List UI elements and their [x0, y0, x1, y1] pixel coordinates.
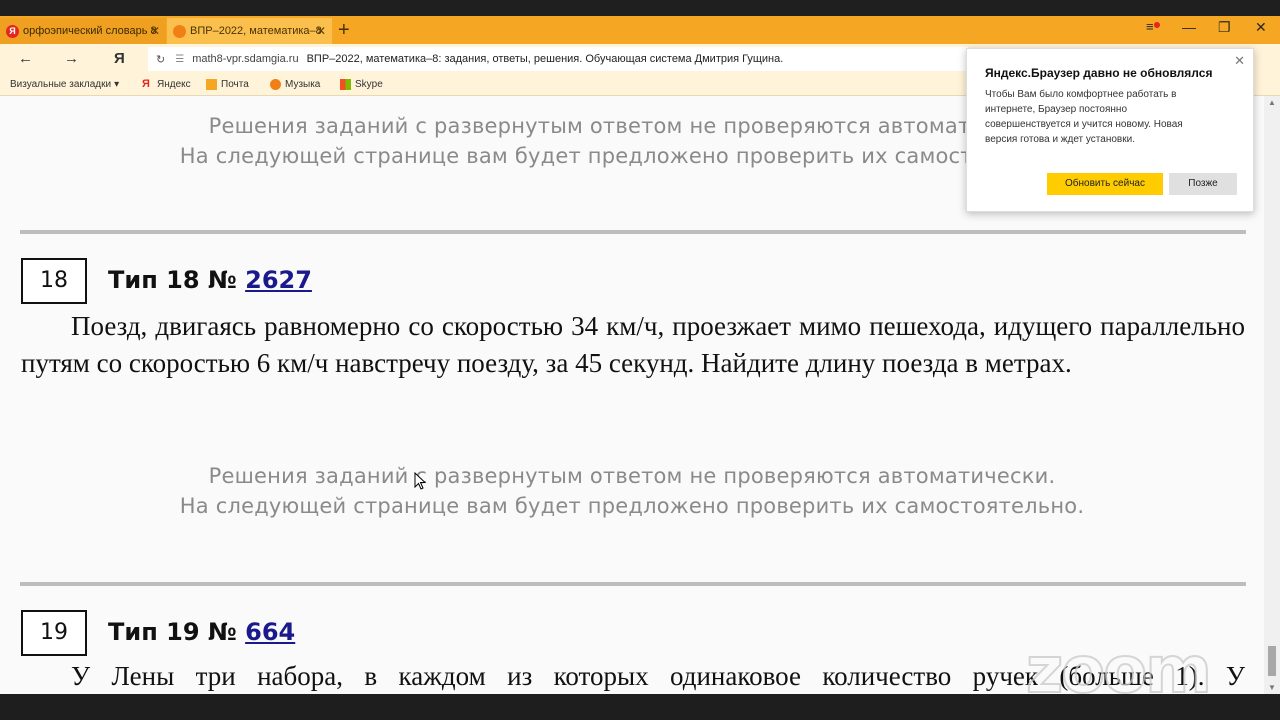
notice-line: На следующей странице вам будет предложе… [179, 494, 1085, 518]
task-type-label: Тип 19 № [108, 618, 237, 646]
tab-vpr-math[interactable]: ВПР–2022, математика–8 ✕ [167, 18, 332, 44]
top-black-bar [0, 0, 1280, 16]
yandex-favicon-icon: Я [6, 24, 19, 38]
yandex-logo-icon[interactable]: Я [114, 50, 125, 67]
browser-update-popup: ✕ Яндекс.Браузер давно не обновлялся Что… [966, 48, 1254, 212]
restore-icon[interactable]: ❐ [1218, 19, 1231, 36]
popup-body: Чтобы Вам было комфортнее работать в инт… [985, 89, 1183, 145]
back-arrow-icon[interactable]: ← [18, 50, 33, 67]
scroll-down-icon[interactable]: ▼ [1268, 683, 1276, 692]
address-page-title: ВПР–2022, математика–8: задания, ответы,… [306, 53, 784, 65]
close-window-icon[interactable]: ✕ [1255, 19, 1267, 36]
task-type-18: Тип 18 № 2627 [108, 266, 312, 294]
tab-bar: Я орфоэпический словарь 8 ✕ ВПР–2022, ма… [0, 16, 1280, 44]
yandex-icon: Я [142, 78, 150, 90]
tab-label: ВПР–2022, математика–8 [190, 25, 322, 37]
minimize-icon[interactable]: — [1182, 19, 1196, 35]
scrollbar-thumb[interactable] [1268, 646, 1276, 676]
sdamgia-favicon-icon [173, 24, 186, 38]
bookmark-label: Яндекс [157, 79, 191, 90]
mouse-cursor-icon [414, 472, 426, 490]
bottom-black-bar [0, 694, 1280, 720]
bookmark-label: Музыка [285, 79, 321, 90]
new-tab-plus-icon[interactable]: + [338, 19, 350, 42]
notification-dot-icon [1154, 22, 1160, 28]
task-type-label: Тип 18 № [108, 266, 237, 294]
bookmark-label: Skype [355, 79, 383, 90]
scroll-up-icon[interactable]: ▲ [1268, 98, 1276, 107]
address-bar[interactable]: ↻ ☰ math8-vpr.sdamgia.ru ВПР–2022, матем… [148, 47, 968, 71]
notice-line: Решения заданий с развернутым ответом не… [208, 464, 1056, 488]
popup-title: Яндекс.Браузер давно не обновлялся [985, 66, 1213, 80]
section-divider [20, 230, 1246, 234]
music-icon [270, 79, 281, 90]
task-type-19: Тип 19 № 664 [108, 618, 295, 646]
bookmark-mail[interactable]: Почта [206, 79, 249, 90]
chevron-down-icon: ▾ [114, 79, 120, 90]
section-divider [20, 582, 1246, 586]
bookmark-yandex[interactable]: Я Яндекс [142, 78, 191, 91]
task-link-2627[interactable]: 2627 [245, 266, 312, 294]
bookmark-label: Визуальные закладки [10, 79, 112, 90]
close-icon[interactable]: ✕ [150, 24, 160, 38]
vertical-scrollbar[interactable]: ▲ ▼ [1264, 96, 1280, 694]
tab-label: орфоэпический словарь 8 [23, 25, 157, 37]
later-button[interactable]: Позже [1169, 173, 1237, 195]
hamburger-menu-icon[interactable]: ≡ [1146, 19, 1154, 34]
bookmark-visual[interactable]: Визуальные закладки ▾ [10, 79, 119, 90]
mail-icon [206, 79, 217, 90]
bookmark-label: Почта [221, 79, 249, 90]
bookmark-music[interactable]: Музыка [270, 79, 320, 90]
update-now-button[interactable]: Обновить сейчас [1047, 173, 1163, 195]
task-link-664[interactable]: 664 [245, 618, 295, 646]
task-text-18: Поезд, двигаясь равномерно со скоростью … [21, 311, 1245, 378]
forward-arrow-icon[interactable]: → [64, 50, 79, 67]
tab-orthoepic-dictionary[interactable]: Я орфоэпический словарь 8 ✕ [0, 18, 166, 44]
task-number-18: 18 [21, 258, 87, 304]
auto-check-notice: Решения заданий с развернутым ответом не… [0, 461, 1264, 521]
task-number-19: 19 [21, 610, 87, 656]
browser-window: Я орфоэпический словарь 8 ✕ ВПР–2022, ма… [0, 16, 1280, 694]
reload-icon[interactable]: ↻ [156, 53, 165, 66]
close-icon[interactable]: ✕ [316, 24, 326, 38]
site-info-icon[interactable]: ☰ [175, 54, 184, 65]
zoom-watermark: zoom [1025, 633, 1213, 694]
address-url: math8-vpr.sdamgia.ru [192, 53, 299, 65]
skype-icon [340, 79, 351, 90]
close-icon[interactable]: ✕ [1234, 53, 1245, 69]
bookmark-skype[interactable]: Skype [340, 79, 383, 90]
